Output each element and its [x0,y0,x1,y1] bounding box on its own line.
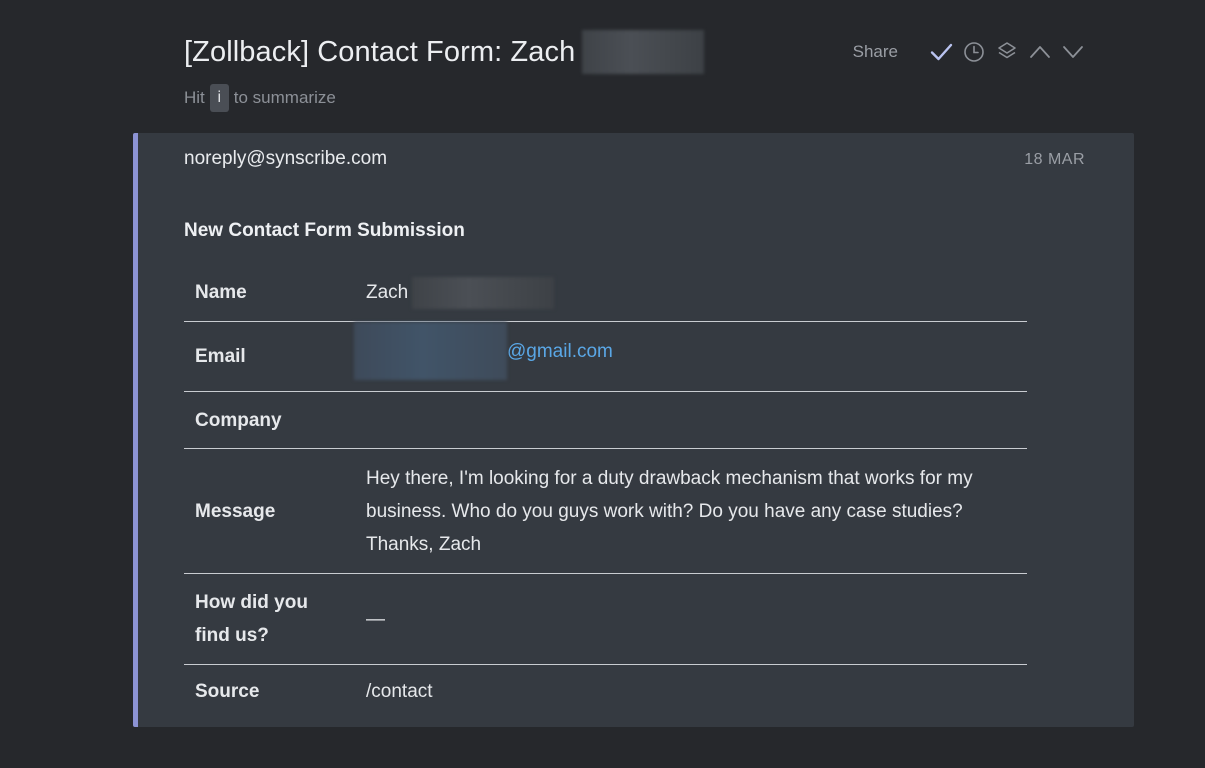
company-label: Company [195,409,282,431]
how-found-label: How did you find us? [195,592,308,646]
summarize-key[interactable]: i [209,84,229,112]
clock-icon[interactable] [962,40,986,64]
table-row: Email @gmail.com [184,322,1027,392]
table-row: Message Hey there, I'm looking for a dut… [184,449,1027,574]
how-found-value: — [366,608,385,630]
hint-suffix: to summarize [233,88,336,107]
share-button[interactable]: Share [853,42,898,62]
email-client-view: [Zollback] Contact Form: Zach Hit i to s… [0,0,1205,768]
check-icon[interactable] [929,40,953,64]
table-row: Company [184,392,1027,449]
table-row: Name Zach [184,264,1027,322]
email-link[interactable]: @gmail.com [507,335,613,368]
form-heading: New Contact Form Submission [184,220,465,241]
redacted-last-name [412,276,555,309]
chevron-down-icon[interactable] [1061,40,1085,64]
source-label: Source [195,680,260,702]
thread-subject: [Zollback] Contact Form: Zach [184,35,576,68]
email-wrap: @gmail.com [354,322,613,380]
message-label: Message [195,500,276,522]
submission-table: Name Zach Email @gmail.com Company Messa… [184,264,1027,717]
company-value [366,392,1027,449]
email-value-cell: @gmail.com [354,322,1027,392]
redacted-email-user [354,322,507,380]
email-label: Email [195,346,246,367]
redacted-subject-name [582,30,705,74]
thread-toolbar: Share [853,40,1085,64]
name-value-cell: Zach [366,264,1027,322]
layers-icon[interactable] [995,40,1019,64]
name-label: Name [195,282,247,303]
table-row: How did you find us? — [184,574,1027,665]
hint-prefix: Hit [184,88,205,107]
sender-address[interactable]: noreply@synscribe.com [184,148,387,170]
message-card[interactable]: noreply@synscribe.com 18 MAR New Contact… [133,133,1134,727]
name-value: Zach [366,282,409,303]
table-row: Source /contact [184,665,1027,718]
source-value: /contact [366,680,433,702]
message-date: 18 MAR [1024,151,1085,168]
chevron-up-icon[interactable] [1028,40,1052,64]
message-value: Hey there, I'm looking for a duty drawba… [366,467,973,555]
summarize-hint: Hit i to summarize [184,84,1084,112]
